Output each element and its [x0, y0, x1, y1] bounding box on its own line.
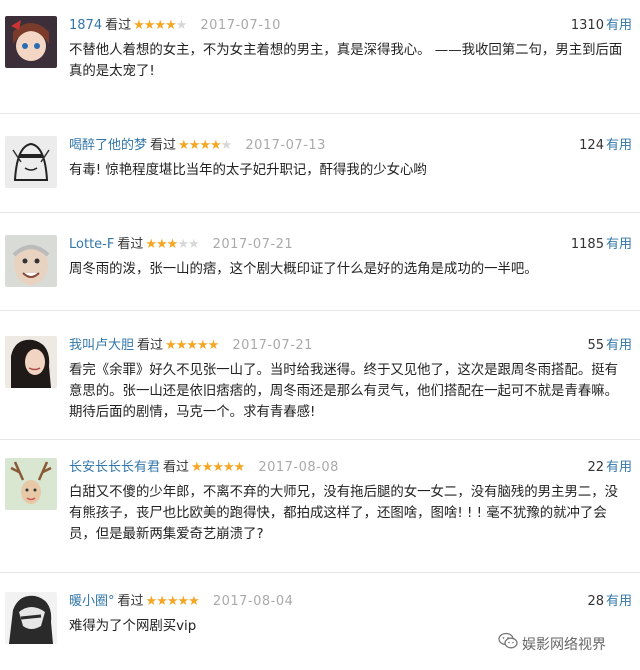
username-link[interactable]: Lotte-F: [69, 237, 114, 252]
star-filled-icon: ★: [133, 18, 145, 33]
useful-votes[interactable]: 1310 有用: [571, 16, 632, 36]
useful-votes[interactable]: 28 有用: [587, 592, 632, 612]
watermark: 娱影网络视界: [498, 632, 606, 656]
rating-stars: ★★★★★: [145, 235, 200, 255]
review-comment: 不替他人着想的女主，不为女主着想的男主，真是深得我心。 ——我收回第二句，男主到…: [69, 43, 623, 79]
review-meta: Lotte-F 看过 ★★★★★ 2017-07-21: [69, 235, 293, 255]
review-meta: 1874 看过 ★★★★★ 2017-07-10: [69, 16, 281, 36]
star-filled-icon: ★: [233, 460, 246, 475]
useful-button[interactable]: 有用: [606, 237, 632, 252]
watched-label: 看过: [105, 18, 132, 33]
watched-label: 看过: [137, 338, 164, 353]
star-filled-icon: ★: [210, 138, 222, 153]
divider: [0, 310, 640, 311]
wechat-icon: [498, 632, 518, 658]
avatar[interactable]: [5, 592, 57, 644]
username-link[interactable]: 1874: [69, 18, 102, 33]
rating-stars: ★★★★★: [145, 592, 200, 612]
divider: [0, 113, 640, 114]
divider: [0, 212, 640, 213]
star-filled-icon: ★: [177, 594, 190, 609]
star-empty-icon: ★: [177, 237, 189, 252]
star-filled-icon: ★: [145, 237, 157, 252]
useful-votes[interactable]: 1185 有用: [571, 235, 632, 255]
votes-count: 1185: [570, 237, 604, 252]
useful-votes[interactable]: 124 有用: [579, 136, 632, 156]
review-meta: 喝醉了他的梦 看过 ★★★★★ 2017-07-13: [69, 136, 326, 156]
star-filled-icon: ★: [188, 594, 200, 609]
star-filled-icon: ★: [165, 338, 177, 353]
review-date: 2017-08-08: [258, 460, 339, 475]
rating-stars: ★★★★★: [133, 16, 188, 36]
star-filled-icon: ★: [199, 138, 211, 153]
avatar[interactable]: [5, 458, 57, 510]
review-list: 1874 看过 ★★★★★ 2017-07-10 1310 有用 不替他人着想的女主，不…: [0, 0, 640, 670]
star-filled-icon: ★: [166, 594, 179, 609]
watched-label: 看过: [163, 460, 190, 475]
watermark-text: 娱影网络视界: [522, 637, 606, 653]
star-empty-icon: ★: [175, 18, 188, 33]
review-meta: 我叫卢大胆 看过 ★★★★★ 2017-07-21: [69, 336, 313, 356]
divider: [0, 439, 640, 440]
star-filled-icon: ★: [154, 18, 166, 33]
votes-count: 22: [587, 460, 604, 475]
avatar[interactable]: [5, 136, 57, 188]
review-date: 2017-07-10: [200, 18, 281, 33]
review-date: 2017-08-04: [212, 594, 294, 609]
star-filled-icon: ★: [175, 338, 188, 353]
avatar[interactable]: [5, 235, 57, 287]
star-filled-icon: ★: [201, 460, 214, 475]
avatar[interactable]: [5, 16, 57, 68]
star-filled-icon: ★: [186, 338, 198, 353]
star-filled-icon: ★: [197, 338, 209, 353]
watched-label: 看过: [150, 138, 177, 153]
votes-count: 1310: [570, 18, 604, 33]
votes-count: 55: [587, 338, 604, 353]
star-filled-icon: ★: [223, 460, 235, 475]
star-filled-icon: ★: [145, 594, 158, 609]
star-filled-icon: ★: [143, 18, 156, 33]
useful-votes[interactable]: 55 有用: [587, 336, 632, 356]
votes-count: 124: [579, 138, 604, 153]
username-link[interactable]: 暖小圈°: [69, 594, 115, 609]
review-date: 2017-07-13: [245, 138, 326, 153]
username-link[interactable]: 喝醉了他的梦: [69, 138, 147, 153]
rating-stars: ★★★★★: [191, 458, 246, 478]
watched-label: 看过: [117, 237, 144, 252]
watched-label: 看过: [117, 594, 144, 609]
rating-stars: ★★★★★: [178, 136, 233, 156]
review-date: 2017-07-21: [212, 237, 294, 252]
star-filled-icon: ★: [188, 138, 201, 153]
rating-stars: ★★★★★: [165, 336, 220, 356]
star-empty-icon: ★: [220, 138, 233, 153]
star-filled-icon: ★: [156, 237, 168, 252]
review-date: 2017-07-21: [232, 338, 313, 353]
useful-button[interactable]: 有用: [606, 594, 632, 609]
review-comment: 看完《余罪》好久不见张一山了。当时给我迷得。终于又见他了，这次是跟周冬雨搭配。挺…: [69, 363, 619, 420]
useful-button[interactable]: 有用: [606, 138, 632, 153]
review-meta: 长安长长长有君 看过 ★★★★★ 2017-08-08: [69, 458, 339, 478]
star-filled-icon: ★: [165, 18, 177, 33]
review-comment: 周冬雨的泼，张一山的痞，这个剧大概印证了什么是好的选角是成功的一半吧。: [69, 262, 538, 277]
review-comment: 白甜又不傻的少年郎，不离不弃的大师兄，没有拖后腿的女一女二，没有脑残的男主男二，…: [69, 485, 619, 542]
star-filled-icon: ★: [166, 237, 179, 252]
star-empty-icon: ★: [187, 237, 200, 252]
useful-votes[interactable]: 22 有用: [587, 458, 632, 478]
star-filled-icon: ★: [207, 338, 220, 353]
review-comment: 有毒! 惊艳程度堪比当年的太子妃升职记，酐得我的少女心哟: [69, 163, 427, 178]
username-link[interactable]: 我叫卢大胆: [69, 338, 134, 353]
avatar[interactable]: [5, 336, 57, 388]
useful-button[interactable]: 有用: [606, 460, 632, 475]
username-link[interactable]: 长安长长长有君: [69, 460, 160, 475]
useful-button[interactable]: 有用: [606, 18, 632, 33]
votes-count: 28: [587, 594, 604, 609]
star-filled-icon: ★: [191, 460, 203, 475]
review-meta: 暖小圈° 看过 ★★★★★ 2017-08-04: [69, 592, 293, 612]
useful-button[interactable]: 有用: [606, 338, 632, 353]
star-filled-icon: ★: [156, 594, 168, 609]
divider: [0, 572, 640, 573]
star-filled-icon: ★: [212, 460, 224, 475]
star-filled-icon: ★: [178, 138, 190, 153]
